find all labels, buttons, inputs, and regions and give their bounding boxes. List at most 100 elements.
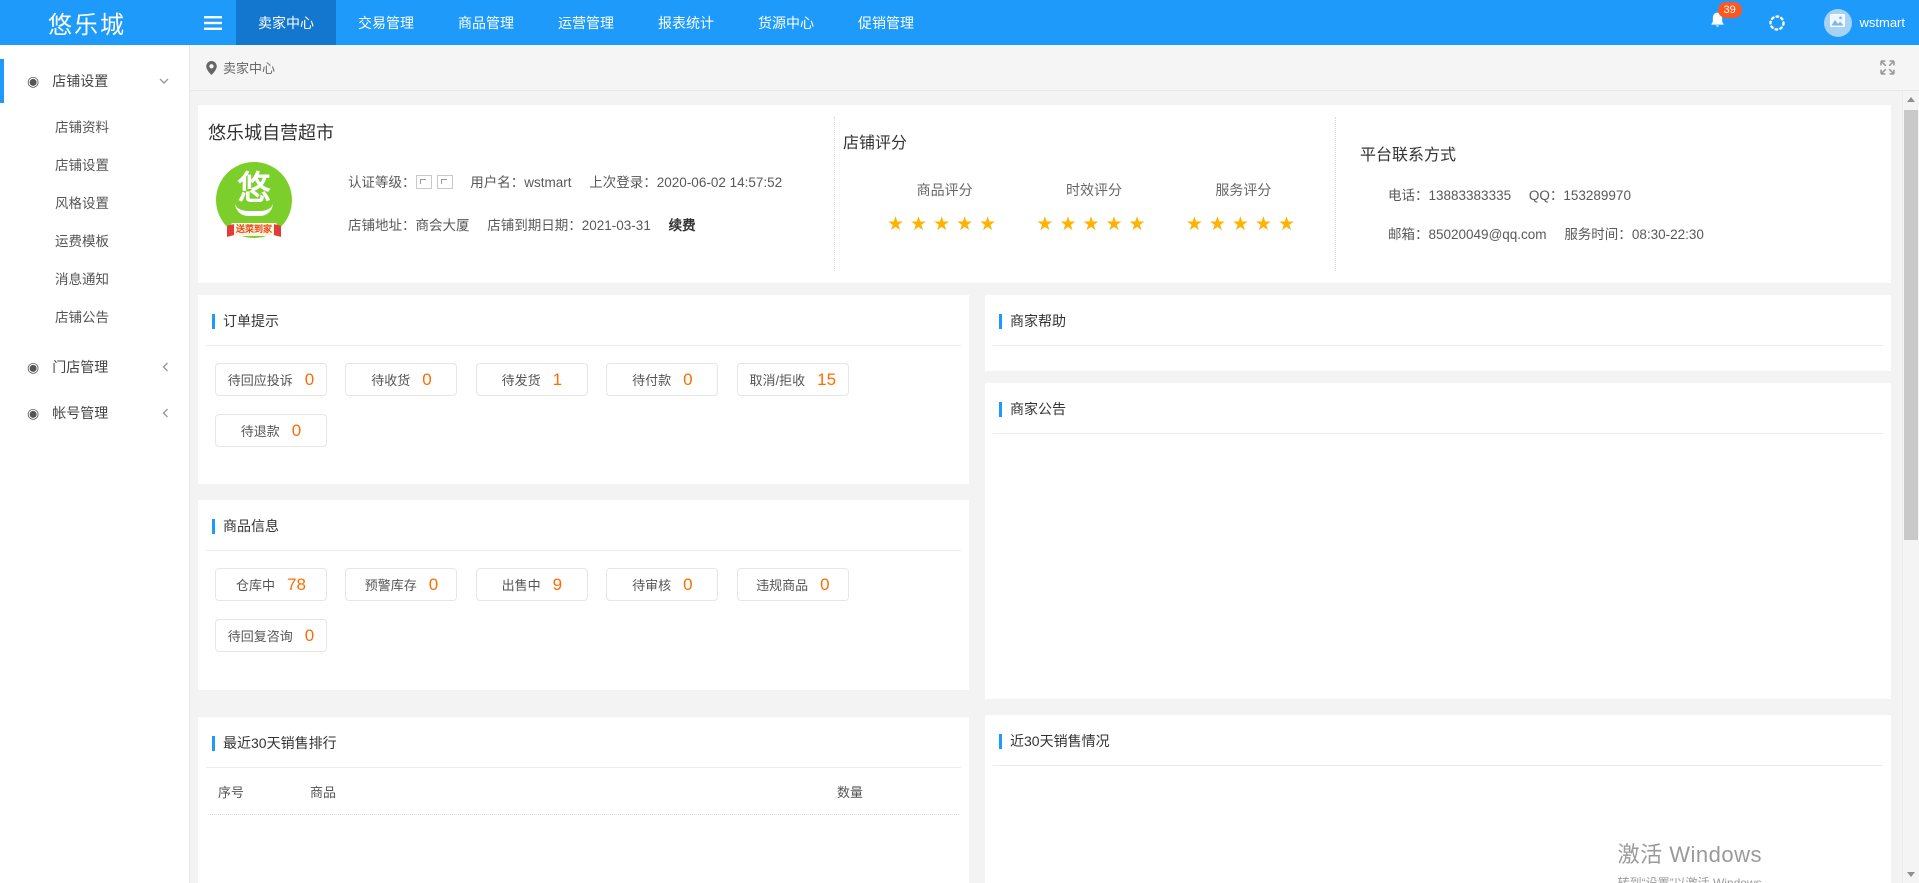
expand-arrows-icon[interactable] [1880, 60, 1895, 75]
shop-logo-ribbon: 送菜到家 [231, 223, 277, 236]
phone-value: 13883383335 [1429, 188, 1512, 203]
sidebar-group-store-management[interactable]: ◉ 门店管理 [0, 345, 189, 389]
tab-promotion-management[interactable]: 促销管理 [836, 0, 936, 45]
sidebar-item-freight-template[interactable]: 运费模板 [0, 221, 189, 259]
merchant-help-panel: 商家帮助 [985, 295, 1891, 371]
app-logo[interactable]: 悠乐城 [0, 0, 190, 45]
stat-button-to-pay[interactable]: 待付款0 [606, 363, 718, 396]
address-key: 店铺地址： [348, 218, 416, 233]
sidebar-group-shop-settings[interactable]: ◉ 店铺设置 [0, 59, 189, 103]
stat-button-unanswered-inquiries[interactable]: 待回复咨询0 [215, 619, 327, 652]
renew-link[interactable]: 续费 [669, 218, 696, 233]
sidebar-item-shop-profile[interactable]: 店铺资料 [0, 107, 189, 145]
column-goods: 商品 [310, 782, 837, 801]
accent-bar [999, 314, 1002, 329]
main-nav: 卖家中心 交易管理 商品管理 运营管理 报表统计 货源中心 促销管理 [236, 0, 936, 45]
pin-icon [206, 61, 217, 75]
stat-button-complaints[interactable]: 待回应投诉0 [215, 363, 327, 396]
radio-circle-icon: ◉ [27, 406, 39, 420]
sidebar-item-shop-settings[interactable]: 店铺设置 [0, 145, 189, 183]
stat-button-in-warehouse[interactable]: 仓库中78 [215, 568, 327, 601]
shop-details-line-2: 店铺地址：商会大厦 店铺到期日期：2021-03-31 续费 [348, 214, 782, 234]
hamburger-icon[interactable] [190, 0, 236, 45]
panel-title: 商家帮助 [1010, 311, 1066, 331]
username-label[interactable]: wstmart [1860, 15, 1906, 30]
breadcrumb-label: 卖家中心 [223, 58, 275, 77]
tab-trade-management[interactable]: 交易管理 [336, 0, 436, 45]
stat-button-to-receive[interactable]: 待收货0 [345, 363, 457, 396]
chevron-left-icon [162, 362, 169, 372]
rating-service: 服务评分 ★★★★★ [1186, 180, 1301, 236]
stat-button-cancelled[interactable]: 取消/拒收15 [737, 363, 849, 396]
scrollbar-thumb[interactable] [1904, 110, 1918, 540]
sidebar-group-label: 帐号管理 [52, 403, 108, 423]
address-value: 商会大厦 [416, 218, 470, 233]
shop-info-section: 悠乐城自营超市 悠 送菜到家 认证等级： 用户名：w [198, 105, 834, 283]
scroll-up-arrow-icon[interactable] [1903, 91, 1919, 108]
rating-goods: 商品评分 ★★★★★ [887, 180, 1002, 236]
tab-supply-center[interactable]: 货源中心 [736, 0, 836, 45]
panel-title: 最近30天销售排行 [223, 733, 337, 753]
sidebar-group-account-management[interactable]: ◉ 帐号管理 [0, 391, 189, 435]
sidebar-item-style-settings[interactable]: 风格设置 [0, 183, 189, 221]
shop-rating-section: 店铺评分 商品评分 ★★★★★ 时效评分 ★★★★★ 服务评分 ★★★★★ [834, 117, 1336, 271]
accent-bar [212, 314, 215, 329]
vertical-scrollbar[interactable] [1902, 91, 1919, 883]
column-quantity: 数量 [837, 782, 949, 801]
accent-bar [999, 402, 1002, 417]
user-avatar[interactable] [1824, 9, 1852, 37]
panel-title: 商家公告 [1010, 399, 1066, 419]
contact-line-2: 邮箱：85020049@qq.com 服务时间：08:30-22:30 [1360, 223, 1891, 243]
rating-label: 时效评分 [1036, 180, 1151, 200]
stat-button-low-stock[interactable]: 预警库存0 [345, 568, 457, 601]
platform-contact-section: 平台联系方式 电话：13883383335 QQ：153289970 邮箱：85… [1336, 105, 1891, 283]
shop-details-line-1: 认证等级： 用户名：wstmart 上次登录：2020-06-02 14:57:… [348, 171, 782, 191]
chevron-left-icon [162, 408, 169, 418]
avatar-image-icon [1830, 14, 1845, 32]
radio-circle-icon: ◉ [27, 360, 39, 374]
accent-bar [212, 519, 215, 534]
order-tips-panel: 订单提示 待回应投诉0 待收货0 待发货1 待付款0 取消/拒收15 待退款0 [198, 295, 969, 484]
rating-label: 服务评分 [1186, 180, 1301, 200]
star-icons: ★★★★★ [887, 213, 1002, 236]
ranking-table-header: 序号 商品 数量 [208, 768, 959, 815]
main-scroll-area: 悠乐城自营超市 悠 送菜到家 认证等级： 用户名：w [190, 91, 1919, 883]
rating-label: 商品评分 [887, 180, 1002, 200]
tab-report-statistics[interactable]: 报表统计 [636, 0, 736, 45]
scroll-down-arrow-icon[interactable] [1903, 866, 1919, 883]
tab-goods-management[interactable]: 商品管理 [436, 0, 536, 45]
stat-button-on-sale[interactable]: 出售中9 [476, 568, 588, 601]
refresh-spinner-icon[interactable] [1768, 14, 1786, 32]
qq-key: QQ： [1529, 188, 1564, 203]
hours-value: 08:30-22:30 [1632, 227, 1704, 242]
column-index: 序号 [218, 782, 310, 801]
tab-seller-center[interactable]: 卖家中心 [236, 0, 336, 45]
sales-ranking-panel: 最近30天销售排行 序号 商品 数量 [198, 717, 969, 883]
stat-button-pending-review[interactable]: 待审核0 [606, 568, 718, 601]
sidebar-submenu-shop-settings: 店铺资料 店铺设置 风格设置 运费模板 消息通知 店铺公告 [0, 103, 189, 345]
accent-bar [212, 736, 215, 751]
expire-key: 店铺到期日期： [487, 218, 582, 233]
contact-title: 平台联系方式 [1360, 141, 1891, 165]
sales-trend-panel: 近30天销售情况 [985, 715, 1891, 883]
contact-line-1: 电话：13883383335 QQ：153289970 [1360, 184, 1891, 204]
stat-button-refunds[interactable]: 待退款0 [215, 414, 327, 447]
sidebar-item-message-notice[interactable]: 消息通知 [0, 259, 189, 297]
notification-button[interactable]: 39 [1709, 11, 1726, 34]
qq-value: 153289970 [1563, 188, 1631, 203]
sidebar-item-shop-announcement[interactable]: 店铺公告 [0, 297, 189, 335]
shop-logo-character: 悠 [216, 171, 292, 204]
stat-button-violations[interactable]: 违规商品0 [737, 568, 849, 601]
tab-operation-management[interactable]: 运营管理 [536, 0, 636, 45]
stat-button-to-ship[interactable]: 待发货1 [476, 363, 588, 396]
broken-image-icon [416, 175, 432, 189]
chevron-down-icon [159, 78, 169, 85]
expire-value: 2021-03-31 [582, 218, 651, 233]
panel-title: 近30天销售情况 [1010, 731, 1110, 751]
goods-info-panel: 商品信息 仓库中78 预警库存0 出售中9 待审核0 违规商品0 待回复咨询0 [198, 500, 969, 690]
accent-bar [999, 734, 1002, 749]
rating-title: 店铺评分 [843, 129, 1335, 153]
shop-logo: 悠 送菜到家 [216, 162, 292, 238]
topbar: 悠乐城 卖家中心 交易管理 商品管理 运营管理 报表统计 货源中心 促销管理 3… [0, 0, 1919, 45]
breadcrumb: 卖家中心 [190, 45, 1919, 91]
